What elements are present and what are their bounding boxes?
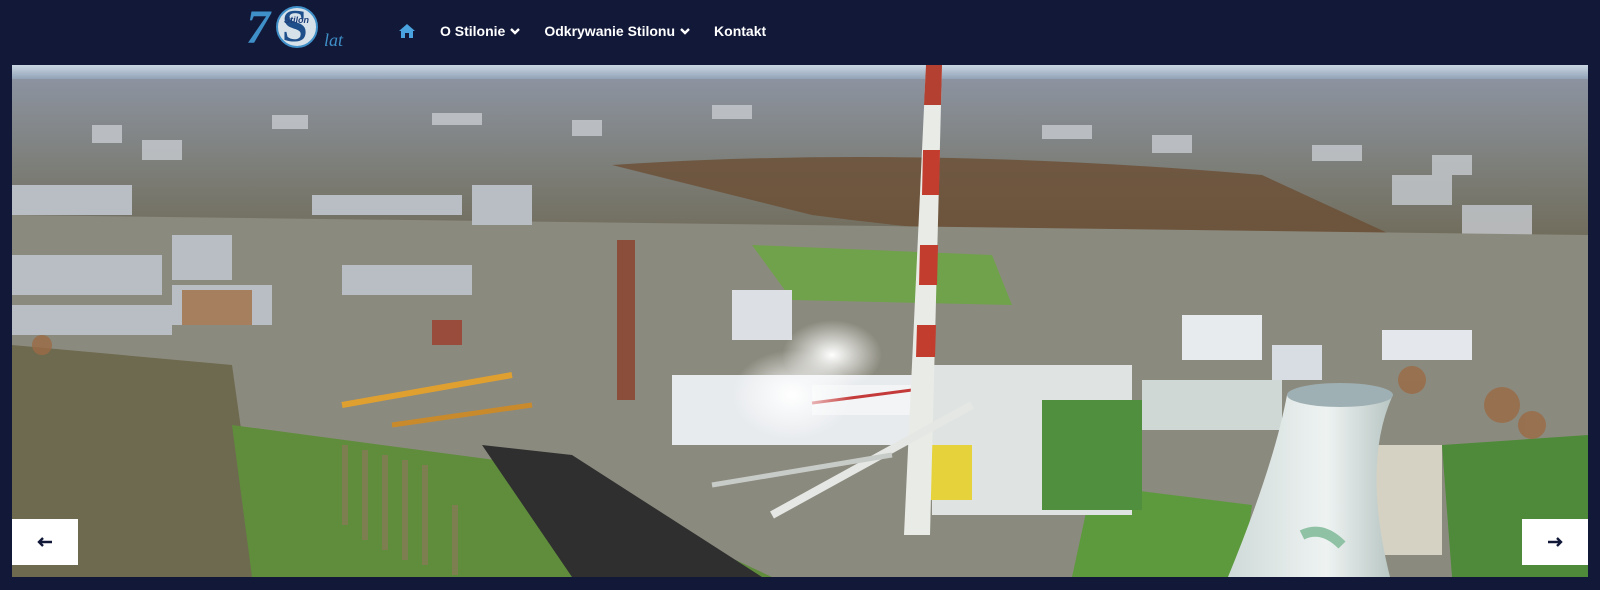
logo-number: 7 (246, 1, 270, 54)
site-header: 7 S Stilon lat O Stilonie Odkrywanie Sti… (0, 0, 1600, 64)
arrow-right-icon (1548, 537, 1563, 547)
nav-item-kontakt[interactable]: Kontakt (714, 23, 766, 39)
hero-aerial-photo (12, 65, 1588, 577)
chevron-down-icon (510, 27, 521, 35)
logo-letter: S (282, 0, 308, 51)
site-logo[interactable]: 7 S Stilon lat (246, 0, 350, 54)
logo-suffix: lat (324, 30, 344, 50)
nav-item-label: Odkrywanie Stilonu (544, 23, 676, 39)
main-nav: O Stilonie Odkrywanie Stilonu Kontakt (398, 19, 790, 43)
slider-prev-button[interactable] (12, 519, 78, 565)
nav-item-label: O Stilonie (440, 23, 506, 39)
arrow-left-icon (37, 537, 52, 547)
nav-item-o-stilonie[interactable]: O Stilonie (440, 23, 521, 39)
nav-item-odkrywanie-stilonu[interactable]: Odkrywanie Stilonu (544, 23, 690, 39)
slider-next-button[interactable] (1522, 519, 1588, 565)
hero-slider[interactable] (12, 65, 1588, 577)
nav-home-link[interactable] (398, 23, 416, 39)
logo-brand: Stilon (284, 15, 309, 25)
chevron-down-icon (680, 27, 690, 35)
nav-item-label: Kontakt (714, 23, 767, 39)
home-icon (399, 24, 415, 38)
